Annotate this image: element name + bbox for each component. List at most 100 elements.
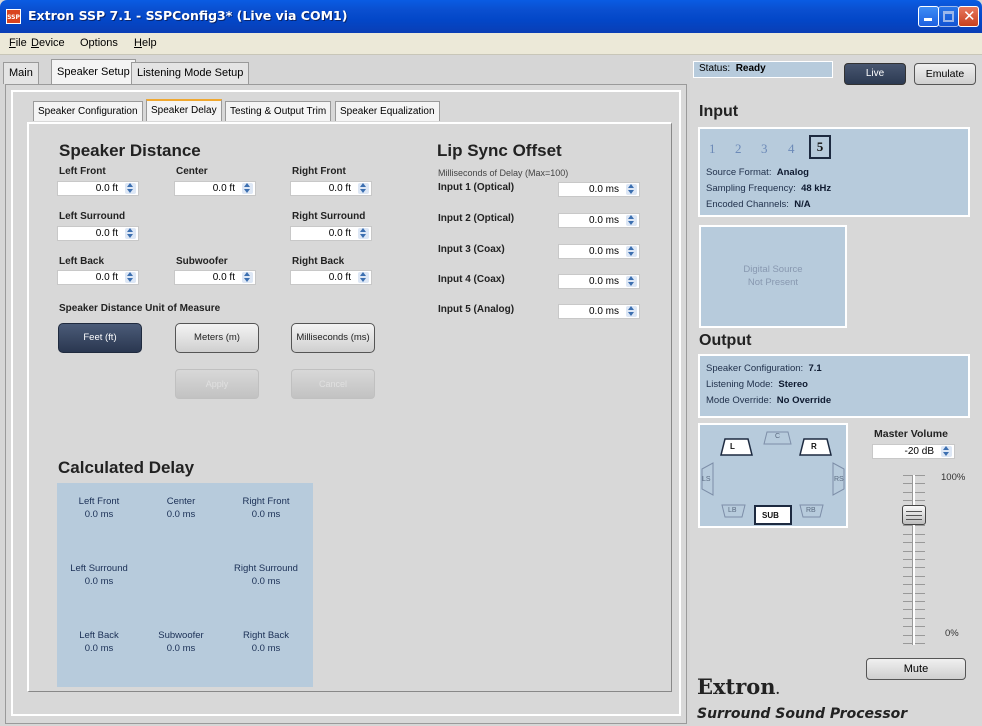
subtab-speaker-configuration[interactable]: Speaker Configuration (33, 101, 143, 121)
input-1-delay-spinner[interactable]: 0.0 ms (558, 182, 640, 197)
menu-options[interactable]: Options (80, 37, 118, 49)
feet-unit-button[interactable]: Feet (ft) (58, 323, 142, 353)
spinner-arrows-icon[interactable] (626, 184, 637, 195)
digital-source-box: Digital Source Not Present (699, 225, 847, 328)
minimize-button[interactable] (918, 6, 939, 27)
volume-slider[interactable] (901, 475, 927, 645)
listening-mode-row: Listening Mode: Stereo (706, 379, 808, 390)
right-surround-distance-spinner[interactable]: 0.0 ft (290, 226, 372, 241)
window-title: Extron SSP 7.1 - SSPConfig3* (Live via C… (28, 8, 348, 23)
app-icon: SSP (6, 9, 21, 24)
spinner-arrows-icon[interactable] (242, 272, 253, 283)
input-1-label: Input 1 (Optical) (438, 182, 515, 193)
calculated-delay-box: Left Front 0.0 ms Center 0.0 ms Right Fron… (57, 483, 313, 687)
calc-left-back: Left Back 0.0 ms (79, 630, 119, 654)
close-button[interactable]: ✕ (958, 6, 979, 27)
calc-right-surround: Right Surround 0.0 ms (234, 563, 298, 587)
output-heading: Output (699, 332, 752, 349)
left-surround-distance-spinner[interactable]: 0.0 ft (57, 226, 139, 241)
spinner-arrows-icon[interactable] (242, 183, 253, 194)
center-distance-spinner[interactable]: 0.0 ft (174, 181, 256, 196)
extron-logo: Extron. (697, 674, 780, 699)
left-front-label: Left Front (59, 166, 106, 177)
status-display: Status: Ready (693, 61, 833, 78)
source-button-1[interactable]: 1 (709, 141, 716, 157)
speaker-sub-label: SUB (762, 511, 779, 520)
mode-override-row: Mode Override: No Override (706, 395, 832, 406)
digital-source-line-1: Digital Source (743, 264, 803, 275)
minimize-icon (924, 18, 932, 21)
input-2-delay-spinner[interactable]: 0.0 ms (558, 213, 640, 228)
right-back-distance-spinner[interactable]: 0.0 ft (290, 270, 372, 285)
left-back-label: Left Back (59, 256, 105, 267)
spinner-arrows-icon[interactable] (626, 246, 637, 257)
speaker-layout-box: L C R LS RS LB SUB RB (698, 423, 848, 528)
source-format-row: Source Format: Analog (706, 167, 809, 178)
tab-speaker-setup[interactable]: Speaker Setup (51, 59, 136, 85)
speaker-l-icon (720, 438, 753, 456)
product-name: Surround Sound Processor (697, 706, 908, 722)
spinner-arrows-icon[interactable] (125, 228, 136, 239)
output-info-box: Speaker Configuration: 7.1 Listening Mod… (698, 354, 970, 418)
source-button-4[interactable]: 4 (788, 141, 795, 157)
source-button-5[interactable]: 5 (809, 135, 831, 159)
speaker-rb-label: RB (806, 507, 816, 514)
input-5-label: Input 5 (Analog) (438, 304, 515, 315)
input-2-label: Input 2 (Optical) (438, 213, 515, 224)
spinner-arrows-icon[interactable] (125, 183, 136, 194)
subwoofer-label: Subwoofer (176, 256, 228, 267)
lip-sync-heading: Lip Sync Offset (437, 141, 562, 160)
tab-listening-mode-setup[interactable]: Listening Mode Setup (131, 62, 250, 84)
input-4-delay-spinner[interactable]: 0.0 ms (558, 274, 640, 289)
volume-min-label: 0% (945, 628, 959, 639)
speaker-l-label: L (730, 442, 735, 451)
meters-unit-button[interactable]: Meters (m) (175, 323, 259, 353)
calc-left-front: Left Front 0.0 ms (78, 496, 120, 520)
right-front-distance-spinner[interactable]: 0.0 ft (290, 181, 372, 196)
milliseconds-unit-button[interactable]: Milliseconds (ms) (291, 323, 375, 353)
speaker-c-label: C (775, 433, 781, 440)
speaker-rs-label: RS (834, 476, 844, 483)
input-3-delay-spinner[interactable]: 0.0 ms (558, 244, 640, 259)
spinner-arrows-icon[interactable] (626, 215, 637, 226)
menu-bar: File Device Options Help (0, 33, 982, 55)
calculated-delay-heading: Calculated Delay (58, 458, 195, 477)
subtab-speaker-equalization[interactable]: Speaker Equalization (335, 101, 440, 121)
subwoofer-distance-spinner[interactable]: 0.0 ft (174, 270, 256, 285)
spinner-arrows-icon[interactable] (358, 228, 369, 239)
right-back-label: Right Back (292, 256, 345, 267)
source-button-2[interactable]: 2 (735, 141, 742, 157)
maximize-button[interactable] (938, 6, 959, 27)
calc-right-back: Right Back 0.0 ms (243, 630, 289, 654)
subtab-speaker-delay[interactable]: Speaker Delay (146, 99, 222, 121)
left-back-distance-spinner[interactable]: 0.0 ft (57, 270, 139, 285)
speaker-lb-label: LB (728, 507, 737, 514)
spinner-arrows-icon[interactable] (626, 306, 637, 317)
source-button-3[interactable]: 3 (761, 141, 768, 157)
speaker-ls-label: LS (702, 476, 711, 483)
master-volume-spinner[interactable]: -20 dB (872, 444, 955, 459)
left-front-distance-spinner[interactable]: 0.0 ft (57, 181, 139, 196)
encoded-channels-row: Encoded Channels: N/A (706, 199, 811, 210)
menu-help[interactable]: Help (134, 37, 157, 49)
menu-device[interactable]: Device (31, 37, 65, 49)
live-button[interactable]: Live (844, 63, 906, 85)
spinner-arrows-icon[interactable] (125, 272, 136, 283)
subtab-testing-output-trim[interactable]: Testing & Output Trim (225, 101, 332, 121)
center-label: Center (176, 166, 208, 177)
input-5-delay-spinner[interactable]: 0.0 ms (558, 304, 640, 319)
cancel-button[interactable]: Cancel (291, 369, 375, 399)
spinner-arrows-icon[interactable] (358, 183, 369, 194)
tab-main[interactable]: Main (3, 62, 39, 84)
emulate-button[interactable]: Emulate (914, 63, 976, 85)
spinner-arrows-icon[interactable] (941, 446, 952, 457)
mute-button[interactable]: Mute (866, 658, 966, 680)
spinner-arrows-icon[interactable] (358, 272, 369, 283)
status-value: Ready (735, 63, 766, 74)
volume-thumb[interactable] (902, 505, 926, 525)
spinner-arrows-icon[interactable] (626, 276, 637, 287)
volume-max-label: 100% (941, 472, 966, 483)
input-4-label: Input 4 (Coax) (438, 274, 505, 285)
menu-file[interactable]: File (9, 37, 27, 49)
apply-button[interactable]: Apply (175, 369, 259, 399)
